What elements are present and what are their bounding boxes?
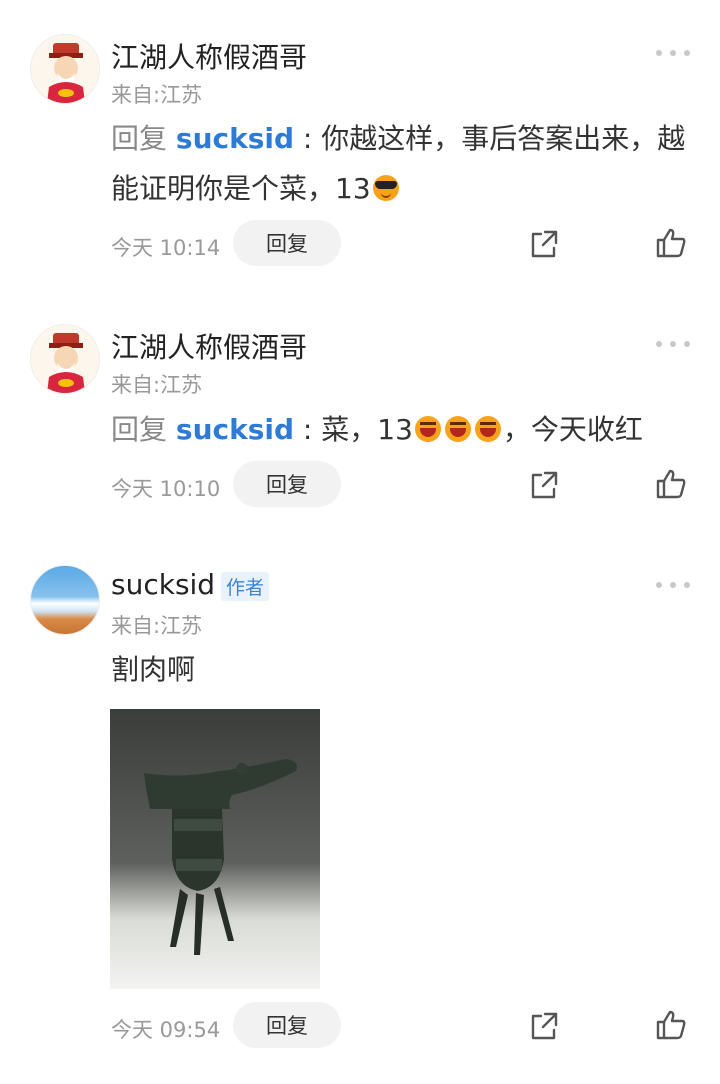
thumbs-up-icon[interactable] [655,227,687,259]
more-dots-icon[interactable] [656,340,690,348]
location-label: 来自:江苏 [111,373,203,397]
comment-text: 割肉啊 [111,653,196,686]
laugh-emoji [474,416,501,442]
avatar[interactable] [30,324,100,394]
comment-body-part-2: ，今天收红 [502,413,643,446]
more-dots-icon[interactable] [656,581,690,589]
reply-prefix: 回复 [111,122,176,155]
location-label: 来自:江苏 [111,614,203,638]
username[interactable]: 江湖人称假酒哥 [111,36,307,76]
comment-text: 回复 sucksid : 你越这样，事后答案出来，越能证明你是个菜，13 [111,114,701,214]
reply-button[interactable]: 回复 [233,1002,341,1048]
fortune-god-avatar-image [47,43,85,103]
avatar[interactable] [30,565,100,635]
bronze-jue-vessel-photo[interactable] [110,709,320,989]
fortune-god-avatar-image [47,333,85,393]
thumbs-up-icon[interactable] [655,468,687,500]
share-icon[interactable] [529,1011,559,1041]
reply-button[interactable]: 回复 [233,220,341,266]
laugh-emoji [444,416,471,442]
author-badge: 作者 [221,572,270,601]
reply-button[interactable]: 回复 [233,461,341,507]
reply-separator: : [294,413,322,446]
reply-separator: : [294,122,322,155]
timestamp: 今天 09:54 [111,1018,221,1042]
cool-emoji [372,175,399,201]
timestamp: 今天 10:14 [111,236,221,260]
reply-to-user-link[interactable]: sucksid [176,413,294,446]
reply-prefix: 回复 [111,413,176,446]
comment-body-part-1: 菜，13 [321,413,413,446]
laugh-emoji [414,416,441,442]
username[interactable]: 江湖人称假酒哥 [111,326,307,366]
location-label: 来自:江苏 [111,83,203,107]
share-icon[interactable] [529,229,559,259]
more-dots-icon[interactable] [656,49,690,57]
reply-to-user-link[interactable]: sucksid [176,122,294,155]
share-icon[interactable] [529,470,559,500]
username[interactable]: sucksid [111,568,215,601]
timestamp: 今天 10:10 [111,477,221,501]
comment-text: 回复 sucksid : 菜，13 ，今天收红 [111,405,701,455]
thumbs-up-icon[interactable] [655,1009,687,1041]
avatar[interactable] [30,34,100,104]
